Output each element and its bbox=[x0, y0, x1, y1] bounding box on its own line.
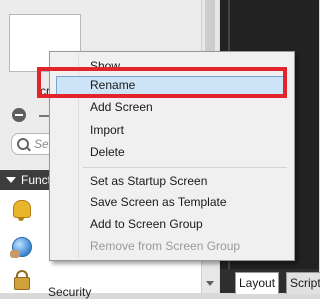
lock-icon[interactable] bbox=[10, 270, 32, 294]
menu-item-set-startup[interactable]: Set as Startup Screen bbox=[90, 171, 207, 191]
bell-icon[interactable] bbox=[10, 198, 32, 222]
rename-highlight-box bbox=[37, 67, 287, 98]
tab-script[interactable]: Script bbox=[286, 272, 320, 294]
menu-item-save-template[interactable]: Save Screen as Template bbox=[90, 192, 227, 212]
globe-icon[interactable] bbox=[10, 236, 32, 260]
menu-item-import[interactable]: Import bbox=[90, 120, 124, 140]
function-item-security[interactable]: Security bbox=[48, 285, 91, 299]
search-placeholder: Se bbox=[34, 137, 49, 151]
functions-title: Funct bbox=[21, 173, 52, 187]
menu-separator bbox=[83, 167, 287, 168]
zoom-out-icon[interactable] bbox=[12, 108, 26, 122]
scroll-down-arrow-icon[interactable] bbox=[206, 281, 214, 286]
zoom-control bbox=[12, 108, 53, 124]
tab-layout[interactable]: Layout bbox=[235, 272, 280, 294]
search-icon bbox=[17, 138, 29, 150]
menu-item-remove-from-group: Remove from Screen Group bbox=[90, 239, 241, 253]
collapse-arrow-icon[interactable] bbox=[6, 177, 16, 183]
menu-item-add-to-group[interactable]: Add to Screen Group bbox=[90, 214, 203, 234]
menu-item-add-screen[interactable]: Add Screen bbox=[90, 97, 153, 117]
menu-item-delete[interactable]: Delete bbox=[90, 142, 125, 162]
editor-tabs: Layout Script bbox=[220, 269, 320, 294]
